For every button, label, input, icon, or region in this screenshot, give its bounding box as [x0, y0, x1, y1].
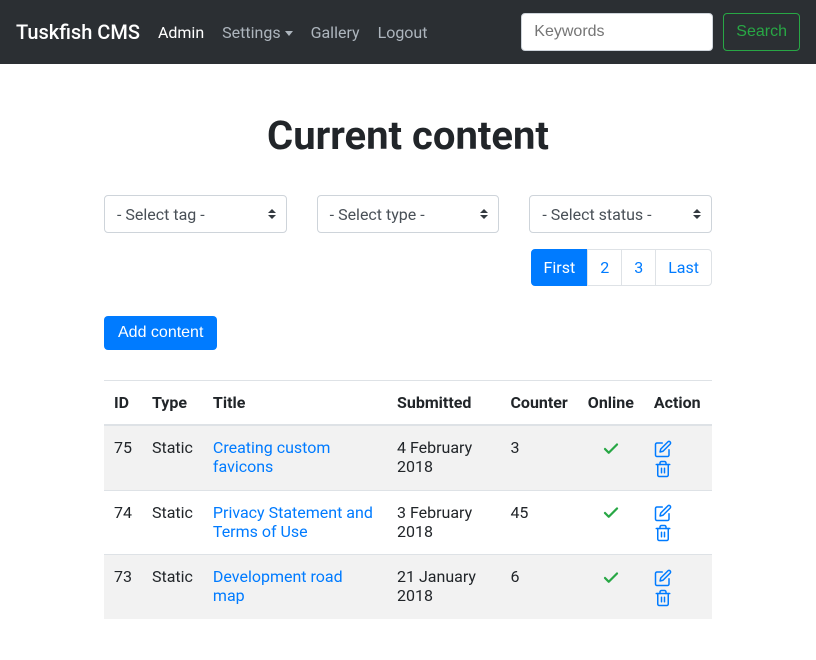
add-content-button[interactable]: Add content [104, 316, 217, 350]
check-icon[interactable] [602, 503, 620, 522]
col-id: ID [104, 381, 142, 426]
col-counter: Counter [500, 381, 577, 426]
tag-select[interactable]: - Select tag - [104, 195, 287, 233]
navbar: Tuskfish CMS Admin Settings Gallery Logo… [0, 0, 816, 64]
cell-online [578, 490, 644, 555]
cell-type: Static [142, 425, 203, 490]
sort-icon [268, 209, 276, 219]
page-3[interactable]: 3 [621, 249, 656, 286]
cell-id: 74 [104, 490, 142, 555]
col-action: Action [644, 381, 712, 426]
cell-submitted: 21 January 2018 [387, 555, 500, 619]
cell-counter: 45 [500, 490, 577, 555]
cell-counter: 6 [500, 555, 577, 619]
col-type: Type [142, 381, 203, 426]
check-icon[interactable] [602, 438, 620, 457]
nav-gallery[interactable]: Gallery [311, 23, 360, 42]
page-first[interactable]: First [531, 249, 589, 286]
sort-icon [480, 209, 488, 219]
check-icon[interactable] [602, 567, 620, 586]
status-select-label: - Select status - [542, 205, 651, 224]
col-submitted: Submitted [387, 381, 500, 426]
title-link[interactable]: Privacy Statement and Terms of Use [213, 503, 373, 541]
filters: - Select tag - - Select type - - Select … [104, 195, 712, 233]
cell-submitted: 4 February 2018 [387, 425, 500, 490]
col-online: Online [578, 381, 644, 426]
edit-icon[interactable] [654, 503, 672, 522]
page-title: Current content [104, 112, 712, 159]
search-input[interactable] [521, 13, 713, 51]
title-link[interactable]: Development road map [213, 567, 343, 605]
cell-action [644, 555, 712, 619]
nav-links: Admin Settings Gallery Logout [158, 23, 521, 42]
cell-title: Creating custom favicons [203, 425, 387, 490]
table-row: 75Static Creating custom favicons 4 Februa… [104, 425, 712, 490]
sort-icon [693, 209, 701, 219]
cell-id: 73 [104, 555, 142, 619]
nav-logout[interactable]: Logout [378, 23, 428, 42]
edit-icon[interactable] [654, 567, 672, 586]
cell-type: Static [142, 555, 203, 619]
trash-icon[interactable] [654, 587, 672, 606]
cell-online [578, 425, 644, 490]
cell-type: Static [142, 490, 203, 555]
cell-title: Development road map [203, 555, 387, 619]
cell-action [644, 425, 712, 490]
trash-icon[interactable] [654, 522, 672, 541]
cell-counter: 3 [500, 425, 577, 490]
chevron-down-icon [285, 31, 293, 36]
title-link[interactable]: Creating custom favicons [213, 438, 330, 476]
cell-online [578, 555, 644, 619]
nav-settings[interactable]: Settings [222, 23, 292, 42]
cell-action [644, 490, 712, 555]
search-button[interactable]: Search [723, 13, 800, 51]
edit-icon[interactable] [654, 438, 672, 457]
table-row: 73Static Development road map 21 January 2… [104, 555, 712, 619]
table-row: 74Static Privacy Statement and Terms of U… [104, 490, 712, 555]
cell-title: Privacy Statement and Terms of Use [203, 490, 387, 555]
status-select[interactable]: - Select status - [529, 195, 712, 233]
tag-select-label: - Select tag - [117, 205, 205, 224]
type-select[interactable]: - Select type - [317, 195, 500, 233]
nav-admin[interactable]: Admin [158, 23, 204, 42]
cell-id: 75 [104, 425, 142, 490]
pagination: First 2 3 Last [104, 249, 712, 286]
trash-icon[interactable] [654, 458, 672, 477]
cell-submitted: 3 February 2018 [387, 490, 500, 555]
col-title: Title [203, 381, 387, 426]
search-form: Search [521, 13, 800, 51]
page-2[interactable]: 2 [587, 249, 622, 286]
brand: Tuskfish CMS [16, 20, 140, 44]
page-last[interactable]: Last [655, 249, 712, 286]
nav-settings-label: Settings [222, 23, 280, 42]
type-select-label: - Select type - [330, 205, 425, 224]
content-table: ID Type Title Submitted Counter Online A… [104, 380, 712, 619]
